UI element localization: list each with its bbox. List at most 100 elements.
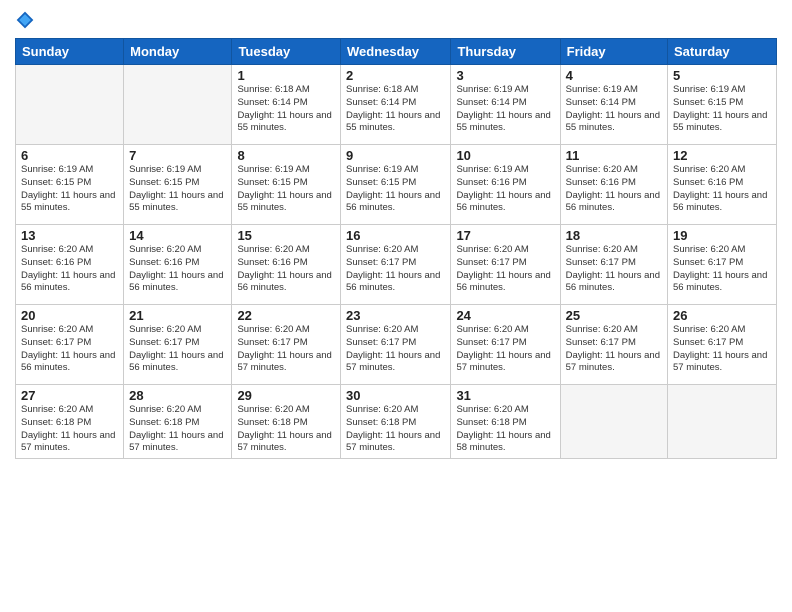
calendar-cell: 3Sunrise: 6:19 AM Sunset: 6:14 PM Daylig…	[451, 65, 560, 145]
calendar-cell: 10Sunrise: 6:19 AM Sunset: 6:16 PM Dayli…	[451, 145, 560, 225]
col-header-tuesday: Tuesday	[232, 39, 341, 65]
calendar-cell: 17Sunrise: 6:20 AM Sunset: 6:17 PM Dayli…	[451, 225, 560, 305]
calendar-cell: 8Sunrise: 6:19 AM Sunset: 6:15 PM Daylig…	[232, 145, 341, 225]
calendar-cell: 15Sunrise: 6:20 AM Sunset: 6:16 PM Dayli…	[232, 225, 341, 305]
day-number: 13	[21, 228, 118, 243]
calendar-cell: 2Sunrise: 6:18 AM Sunset: 6:14 PM Daylig…	[341, 65, 451, 145]
calendar-cell: 19Sunrise: 6:20 AM Sunset: 6:17 PM Dayli…	[668, 225, 777, 305]
day-number: 5	[673, 68, 771, 83]
day-number: 24	[456, 308, 554, 323]
day-number: 16	[346, 228, 445, 243]
day-info: Sunrise: 6:20 AM Sunset: 6:16 PM Dayligh…	[21, 244, 118, 295]
calendar-cell: 13Sunrise: 6:20 AM Sunset: 6:16 PM Dayli…	[16, 225, 124, 305]
day-number: 3	[456, 68, 554, 83]
day-number: 29	[237, 388, 335, 403]
calendar-cell	[16, 65, 124, 145]
calendar-cell: 24Sunrise: 6:20 AM Sunset: 6:17 PM Dayli…	[451, 305, 560, 385]
calendar-cell: 5Sunrise: 6:19 AM Sunset: 6:15 PM Daylig…	[668, 65, 777, 145]
day-info: Sunrise: 6:19 AM Sunset: 6:16 PM Dayligh…	[456, 164, 554, 215]
calendar-cell	[124, 65, 232, 145]
calendar-cell: 1Sunrise: 6:18 AM Sunset: 6:14 PM Daylig…	[232, 65, 341, 145]
day-number: 31	[456, 388, 554, 403]
day-info: Sunrise: 6:19 AM Sunset: 6:14 PM Dayligh…	[566, 84, 662, 135]
day-info: Sunrise: 6:20 AM Sunset: 6:16 PM Dayligh…	[237, 244, 335, 295]
day-info: Sunrise: 6:20 AM Sunset: 6:17 PM Dayligh…	[21, 324, 118, 375]
day-number: 26	[673, 308, 771, 323]
day-number: 2	[346, 68, 445, 83]
calendar-cell: 23Sunrise: 6:20 AM Sunset: 6:17 PM Dayli…	[341, 305, 451, 385]
header	[15, 10, 777, 30]
day-number: 15	[237, 228, 335, 243]
day-number: 8	[237, 148, 335, 163]
day-info: Sunrise: 6:20 AM Sunset: 6:17 PM Dayligh…	[566, 244, 662, 295]
calendar-cell: 21Sunrise: 6:20 AM Sunset: 6:17 PM Dayli…	[124, 305, 232, 385]
day-info: Sunrise: 6:20 AM Sunset: 6:17 PM Dayligh…	[673, 324, 771, 375]
day-info: Sunrise: 6:20 AM Sunset: 6:17 PM Dayligh…	[237, 324, 335, 375]
day-number: 7	[129, 148, 226, 163]
calendar-cell: 26Sunrise: 6:20 AM Sunset: 6:17 PM Dayli…	[668, 305, 777, 385]
calendar-cell	[560, 385, 667, 459]
day-number: 6	[21, 148, 118, 163]
logo	[15, 10, 38, 30]
calendar-cell: 16Sunrise: 6:20 AM Sunset: 6:17 PM Dayli…	[341, 225, 451, 305]
day-number: 17	[456, 228, 554, 243]
day-number: 4	[566, 68, 662, 83]
day-number: 21	[129, 308, 226, 323]
calendar-cell: 12Sunrise: 6:20 AM Sunset: 6:16 PM Dayli…	[668, 145, 777, 225]
calendar-cell: 22Sunrise: 6:20 AM Sunset: 6:17 PM Dayli…	[232, 305, 341, 385]
col-header-thursday: Thursday	[451, 39, 560, 65]
day-number: 19	[673, 228, 771, 243]
calendar-table: SundayMondayTuesdayWednesdayThursdayFrid…	[15, 38, 777, 459]
day-info: Sunrise: 6:20 AM Sunset: 6:18 PM Dayligh…	[21, 404, 118, 455]
day-info: Sunrise: 6:18 AM Sunset: 6:14 PM Dayligh…	[237, 84, 335, 135]
calendar-cell: 28Sunrise: 6:20 AM Sunset: 6:18 PM Dayli…	[124, 385, 232, 459]
day-info: Sunrise: 6:19 AM Sunset: 6:15 PM Dayligh…	[346, 164, 445, 215]
day-number: 11	[566, 148, 662, 163]
day-info: Sunrise: 6:20 AM Sunset: 6:16 PM Dayligh…	[566, 164, 662, 215]
day-number: 20	[21, 308, 118, 323]
col-header-friday: Friday	[560, 39, 667, 65]
day-info: Sunrise: 6:20 AM Sunset: 6:17 PM Dayligh…	[673, 244, 771, 295]
calendar-cell: 9Sunrise: 6:19 AM Sunset: 6:15 PM Daylig…	[341, 145, 451, 225]
day-number: 27	[21, 388, 118, 403]
day-number: 14	[129, 228, 226, 243]
day-info: Sunrise: 6:19 AM Sunset: 6:15 PM Dayligh…	[673, 84, 771, 135]
day-info: Sunrise: 6:20 AM Sunset: 6:17 PM Dayligh…	[456, 324, 554, 375]
calendar-cell: 18Sunrise: 6:20 AM Sunset: 6:17 PM Dayli…	[560, 225, 667, 305]
day-number: 25	[566, 308, 662, 323]
col-header-sunday: Sunday	[16, 39, 124, 65]
page: SundayMondayTuesdayWednesdayThursdayFrid…	[0, 0, 792, 612]
calendar-cell	[668, 385, 777, 459]
day-info: Sunrise: 6:20 AM Sunset: 6:18 PM Dayligh…	[346, 404, 445, 455]
day-info: Sunrise: 6:18 AM Sunset: 6:14 PM Dayligh…	[346, 84, 445, 135]
calendar-cell: 7Sunrise: 6:19 AM Sunset: 6:15 PM Daylig…	[124, 145, 232, 225]
day-number: 18	[566, 228, 662, 243]
day-number: 1	[237, 68, 335, 83]
day-info: Sunrise: 6:20 AM Sunset: 6:16 PM Dayligh…	[129, 244, 226, 295]
day-number: 28	[129, 388, 226, 403]
calendar-cell: 6Sunrise: 6:19 AM Sunset: 6:15 PM Daylig…	[16, 145, 124, 225]
day-info: Sunrise: 6:19 AM Sunset: 6:14 PM Dayligh…	[456, 84, 554, 135]
day-info: Sunrise: 6:20 AM Sunset: 6:17 PM Dayligh…	[566, 324, 662, 375]
logo-icon	[15, 10, 35, 30]
day-info: Sunrise: 6:20 AM Sunset: 6:18 PM Dayligh…	[129, 404, 226, 455]
calendar-cell: 31Sunrise: 6:20 AM Sunset: 6:18 PM Dayli…	[451, 385, 560, 459]
day-info: Sunrise: 6:20 AM Sunset: 6:17 PM Dayligh…	[129, 324, 226, 375]
day-number: 9	[346, 148, 445, 163]
day-number: 12	[673, 148, 771, 163]
col-header-wednesday: Wednesday	[341, 39, 451, 65]
day-info: Sunrise: 6:19 AM Sunset: 6:15 PM Dayligh…	[237, 164, 335, 215]
day-info: Sunrise: 6:20 AM Sunset: 6:18 PM Dayligh…	[456, 404, 554, 455]
day-number: 22	[237, 308, 335, 323]
calendar-cell: 14Sunrise: 6:20 AM Sunset: 6:16 PM Dayli…	[124, 225, 232, 305]
day-number: 23	[346, 308, 445, 323]
calendar-cell: 4Sunrise: 6:19 AM Sunset: 6:14 PM Daylig…	[560, 65, 667, 145]
col-header-saturday: Saturday	[668, 39, 777, 65]
day-info: Sunrise: 6:20 AM Sunset: 6:17 PM Dayligh…	[346, 244, 445, 295]
day-info: Sunrise: 6:19 AM Sunset: 6:15 PM Dayligh…	[129, 164, 226, 215]
day-info: Sunrise: 6:20 AM Sunset: 6:17 PM Dayligh…	[456, 244, 554, 295]
day-info: Sunrise: 6:19 AM Sunset: 6:15 PM Dayligh…	[21, 164, 118, 215]
day-number: 10	[456, 148, 554, 163]
col-header-monday: Monday	[124, 39, 232, 65]
calendar-cell: 25Sunrise: 6:20 AM Sunset: 6:17 PM Dayli…	[560, 305, 667, 385]
